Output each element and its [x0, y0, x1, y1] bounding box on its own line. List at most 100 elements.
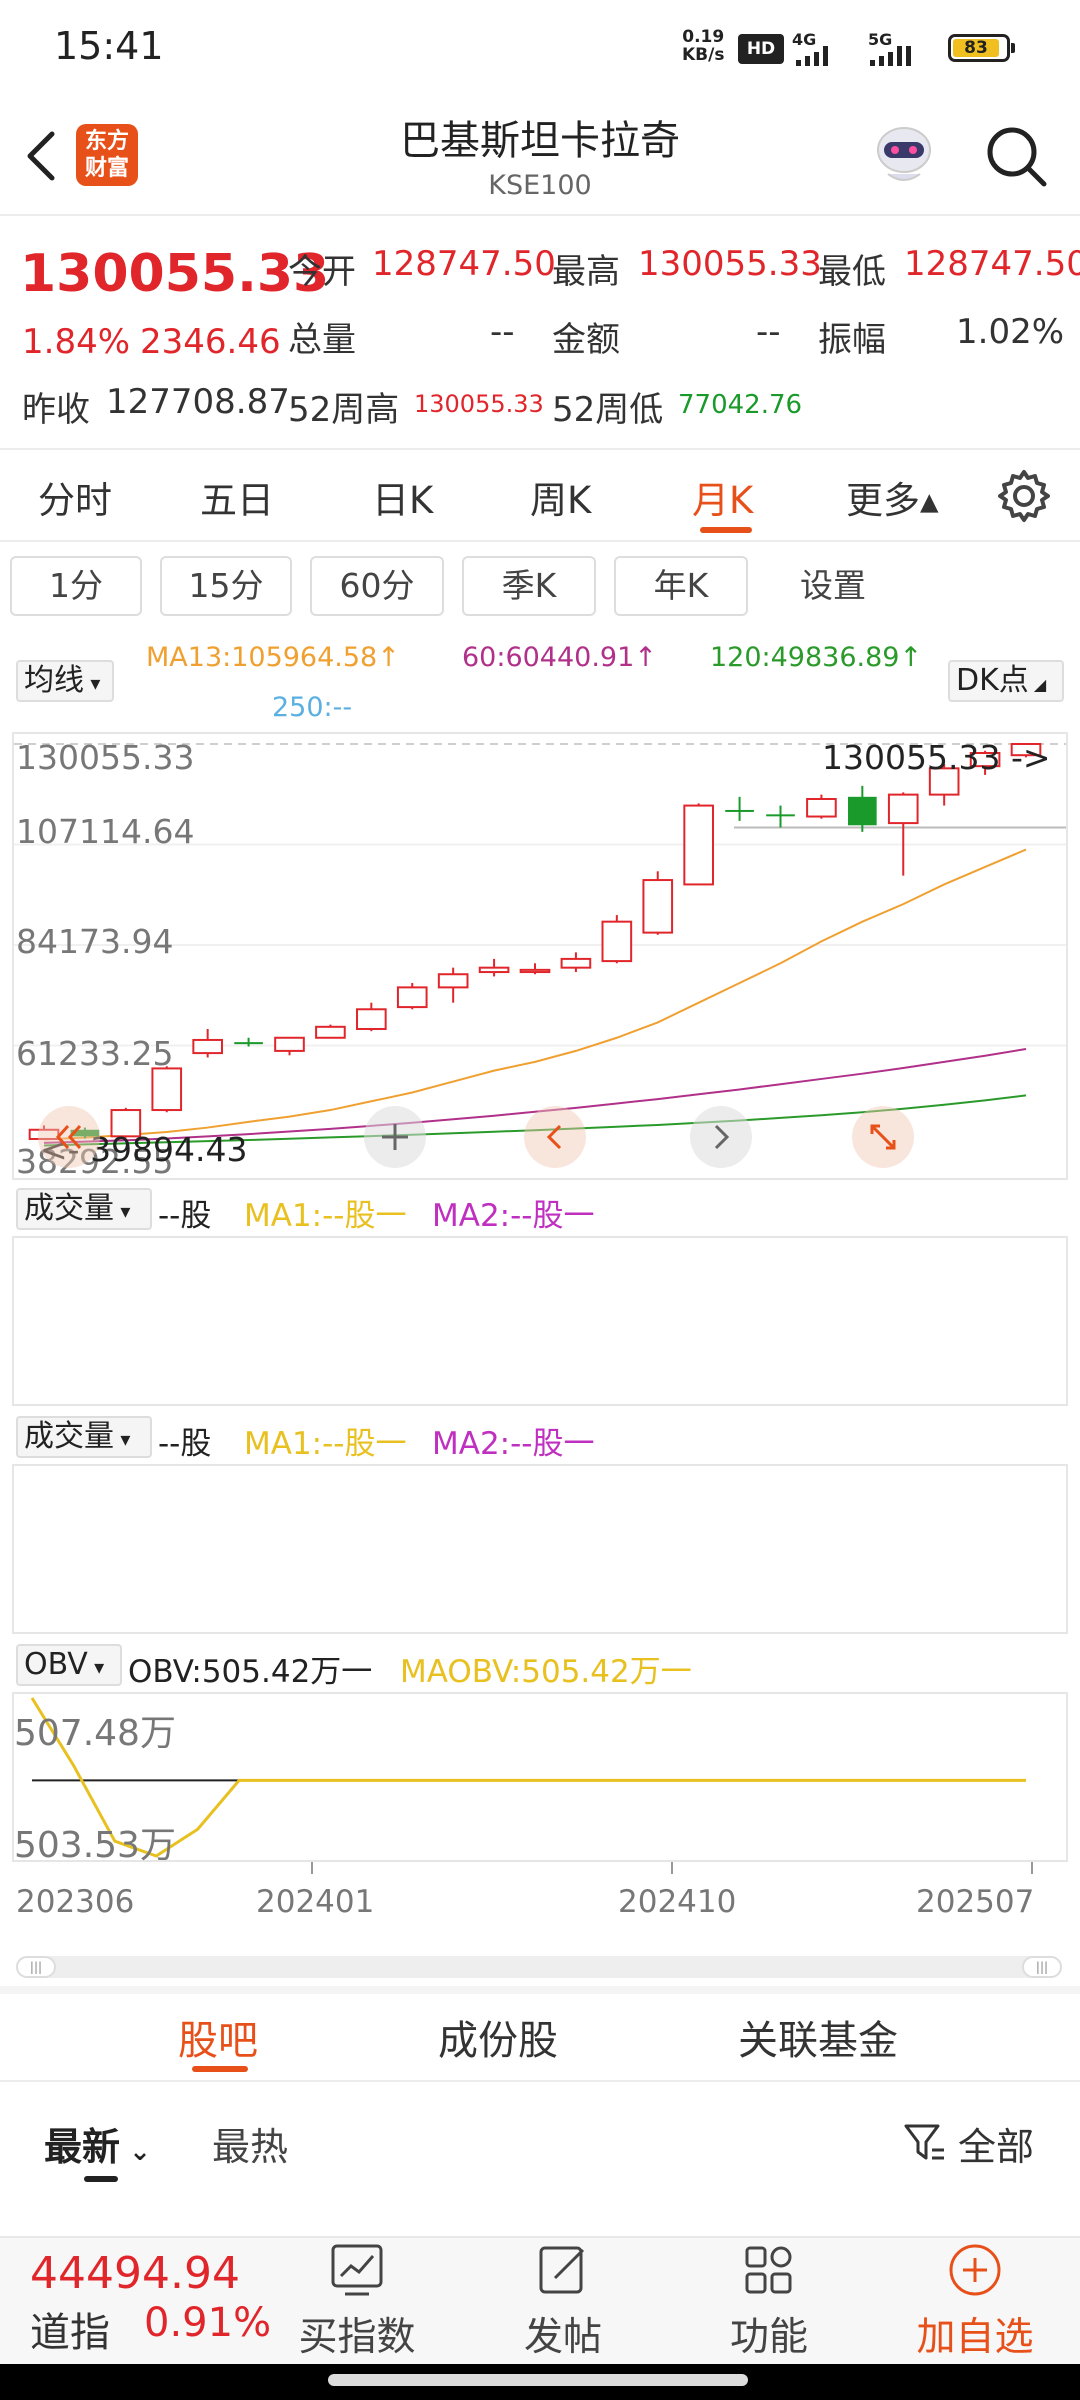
scroll-handle-right[interactable]: ||| [1022, 1956, 1062, 1978]
tab-monthly-k[interactable]: 月K [692, 470, 753, 524]
period-15min-button[interactable]: 15分 [160, 556, 292, 616]
home-indicator [0, 2364, 1080, 2400]
obv-selector[interactable]: OBV ▾ [16, 1644, 122, 1686]
candle-body [356, 1008, 387, 1030]
page-subtitle: KSE100 [488, 170, 592, 201]
plus-circle-icon [949, 2244, 1001, 2296]
signal-5g-icon [870, 46, 911, 66]
volume-selector[interactable]: 成交量 ▾ [16, 1188, 152, 1230]
tab-minute[interactable]: 分时 [38, 470, 112, 524]
sort-latest[interactable]: 最新 ⌄ [44, 2116, 151, 2171]
candle [437, 967, 469, 1003]
period-quarter-k-button[interactable]: 季K [462, 556, 596, 616]
zoom-in-icon[interactable] [364, 1106, 426, 1168]
volume-ma2: MA2:--股一 [432, 1198, 595, 1234]
candle-body [642, 879, 674, 934]
footer-index-name[interactable]: 道指 [30, 2300, 110, 2358]
low-value: 128747.50 [904, 244, 1080, 284]
candle-body [601, 920, 633, 963]
grid-icon [745, 2246, 792, 2294]
volume-selector-2[interactable]: 成交量 ▾ [16, 1416, 152, 1458]
ma13-value: MA13:105964.58↑ [146, 642, 400, 673]
maobv-value: MAOBV:505.42万一 [400, 1654, 692, 1690]
sort-hot[interactable]: 最热 [212, 2116, 288, 2171]
filter-all[interactable]: 全部 [958, 2116, 1034, 2171]
open-value: 128747.50 [372, 244, 556, 284]
period-year-k-button[interactable]: 年K [614, 556, 748, 616]
candle [642, 871, 674, 935]
volume-ma1: MA1:--股一 [244, 1198, 407, 1234]
y-tick-1: 130055.33 [16, 738, 195, 777]
candle [766, 805, 795, 828]
gear-icon[interactable] [996, 468, 1052, 524]
high52-value: 130055.33 [414, 390, 544, 418]
search-icon[interactable] [982, 122, 1050, 190]
fullscreen-icon[interactable] [852, 1106, 914, 1168]
ma13-line [43, 848, 1027, 1141]
volume-value: -- [490, 312, 515, 352]
low-label: 最低 [818, 252, 886, 292]
status-bar: 15:41 0.19 KB/s HD 4G 5G 83 [0, 0, 1080, 96]
chevron-right-icon[interactable] [690, 1106, 752, 1168]
tab-constituents[interactable]: 成份股 [438, 2008, 558, 2066]
buy-index-button[interactable]: 买指数 [282, 2242, 432, 2362]
robot-avatar-icon[interactable] [868, 118, 940, 190]
max-price-marker: 130055.33 -> [822, 738, 1051, 777]
chevron-left-icon[interactable] [524, 1106, 586, 1168]
current-price: 130055.33 [20, 244, 330, 304]
filter-icon[interactable] [902, 2120, 946, 2164]
functions-button[interactable]: 功能 [694, 2242, 844, 2362]
back-arrow-icon[interactable] [22, 126, 62, 186]
tab-more[interactable]: 更多▴ [846, 470, 939, 524]
rewind-icon[interactable] [38, 1106, 100, 1168]
tabs-divider [0, 540, 1080, 542]
x-axis-ticks [311, 1862, 1033, 1874]
amount-value: -- [756, 312, 781, 352]
active-tab-underline [700, 527, 752, 533]
volume-chart-panel[interactable] [12, 1236, 1068, 1406]
candle [192, 1028, 223, 1058]
quote-divider [0, 448, 1080, 450]
candle-body [396, 986, 428, 1009]
ma120-value: 120:49836.89↑ [710, 642, 923, 673]
net-speed: 0.19 KB/s [682, 27, 725, 65]
candle [601, 915, 633, 964]
chart-scrollbar[interactable]: ||| ||| [16, 1956, 1062, 1978]
hd-badge: HD [738, 34, 784, 64]
volume-chart-panel-2[interactable] [12, 1464, 1068, 1634]
edit-icon [539, 2246, 585, 2294]
candle [151, 1066, 183, 1113]
ma-selector[interactable]: 均线 ▾ [16, 660, 114, 702]
y-tick-2: 107114.64 [16, 812, 195, 851]
content-tabs-divider [0, 2080, 1080, 2082]
tab-weekly-k[interactable]: 周K [530, 470, 591, 524]
candle-body [274, 1036, 305, 1052]
candle-body [234, 1042, 263, 1045]
tab-five-day[interactable]: 五日 [200, 470, 274, 524]
change-percent: 1.84% [22, 322, 131, 362]
tab-related-funds[interactable]: 关联基金 [738, 2008, 898, 2066]
tab-daily-k[interactable]: 日K [372, 470, 433, 524]
volume-unit-2: --股 [158, 1426, 212, 1462]
high-label: 最高 [552, 252, 620, 292]
post-button[interactable]: 发帖 [488, 2242, 638, 2362]
app-logo[interactable]: 东方财富 [76, 124, 138, 186]
footer-index-change[interactable]: 0.91% [144, 2300, 271, 2346]
candle [396, 982, 428, 1010]
candle-body [519, 968, 551, 974]
dk-points-selector[interactable]: DK点 ◢ [948, 660, 1064, 702]
candle-body [151, 1067, 183, 1112]
y-tick-4: 61233.25 [16, 1034, 174, 1073]
section-divider [0, 1986, 1080, 1994]
content-tab-underline [192, 2066, 248, 2072]
candle [806, 794, 837, 819]
candle [560, 952, 592, 973]
footer-index-value[interactable]: 44494.94 [30, 2248, 240, 2299]
scroll-handle-left[interactable]: ||| [16, 1956, 56, 1978]
low52-value: 77042.76 [678, 390, 803, 420]
period-60min-button[interactable]: 60分 [310, 556, 444, 616]
tab-guba[interactable]: 股吧 [178, 2008, 258, 2066]
add-watchlist-button[interactable]: 加自选 [900, 2242, 1050, 2362]
period-1min-button[interactable]: 1分 [10, 556, 142, 616]
settings-button[interactable]: 设置 [766, 556, 900, 616]
